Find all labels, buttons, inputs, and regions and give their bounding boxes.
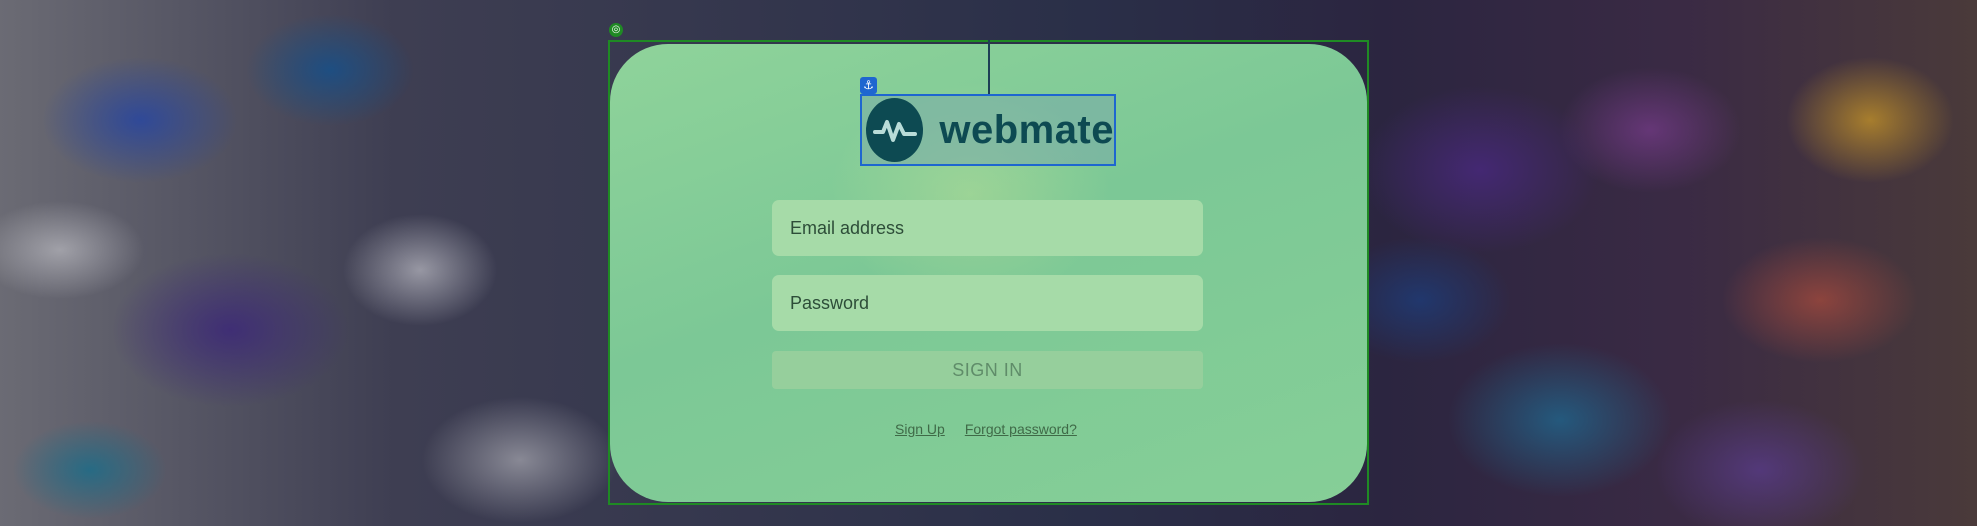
brand-name: webmate (939, 107, 1114, 152)
sign-in-button[interactable]: SIGN IN (772, 351, 1203, 389)
forgot-password-link[interactable]: Forgot password? (965, 421, 1077, 437)
brand-logo: webmate (860, 94, 1116, 166)
email-field[interactable] (772, 200, 1203, 256)
pulse-wave-icon (866, 98, 924, 162)
sign-up-link[interactable]: Sign Up (895, 421, 945, 437)
target-icon[interactable]: ◎ (609, 23, 623, 37)
anchor-connector-line (988, 40, 990, 94)
anchor-icon[interactable]: ⚓ (860, 77, 877, 94)
password-field[interactable] (772, 275, 1203, 331)
auth-links: Sign Up Forgot password? (895, 421, 1077, 437)
